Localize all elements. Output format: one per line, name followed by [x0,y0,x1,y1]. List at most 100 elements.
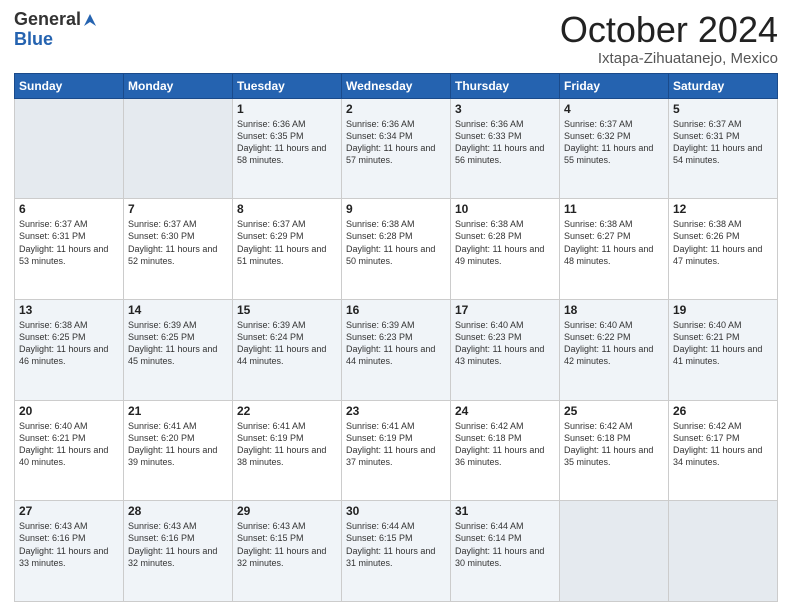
table-row: 3Sunrise: 6:36 AMSunset: 6:33 PMDaylight… [451,98,560,199]
day-info: Sunrise: 6:38 AMSunset: 6:25 PMDaylight:… [19,319,119,368]
day-info: Sunrise: 6:40 AMSunset: 6:21 PMDaylight:… [673,319,773,368]
day-number: 29 [237,504,337,518]
table-row: 4 Sunrise: 6:37 AMSunset: 6:32 PMDaylight… [560,98,669,199]
header-sunday: Sunday [15,73,124,98]
day-info: Sunrise: 6:42 AMSunset: 6:18 PMDaylight:… [455,420,555,469]
calendar-header-row: Sunday Monday Tuesday Wednesday Thursday… [15,73,778,98]
table-row: 12 Sunrise: 6:38 AMSunset: 6:26 PMDayligh… [669,199,778,300]
table-row [669,501,778,602]
day-number: 24 [455,404,555,418]
day-info: Sunrise: 6:40 AMSunset: 6:21 PMDaylight:… [19,420,119,469]
calendar-week-row: 6 Sunrise: 6:37 AMSunset: 6:31 PMDaylight… [15,199,778,300]
calendar-week-row: 13 Sunrise: 6:38 AMSunset: 6:25 PMDayligh… [15,299,778,400]
day-number: 21 [128,404,228,418]
header-thursday: Thursday [451,73,560,98]
day-info: Sunrise: 6:44 AMSunset: 6:15 PMDaylight:… [346,520,446,569]
table-row: 2 Sunrise: 6:36 AMSunset: 6:34 PMDaylight… [342,98,451,199]
day-number: 17 [455,303,555,317]
day-number: 11 [564,202,664,216]
day-info: Sunrise: 6:37 AMSunset: 6:30 PMDaylight:… [128,218,228,267]
table-row: 14 Sunrise: 6:39 AMSunset: 6:25 PMDayligh… [124,299,233,400]
day-info: Sunrise: 6:38 AMSunset: 6:26 PMDaylight:… [673,218,773,267]
table-row: 8Sunrise: 6:37 AMSunset: 6:29 PMDaylight… [233,199,342,300]
day-number: 9 [346,202,446,216]
day-number: 6 [19,202,119,216]
day-number: 16 [346,303,446,317]
day-number: 14 [128,303,228,317]
header-saturday: Saturday [669,73,778,98]
table-row: 28 Sunrise: 6:43 AMSunset: 6:16 PMDayligh… [124,501,233,602]
table-row: 13 Sunrise: 6:38 AMSunset: 6:25 PMDayligh… [15,299,124,400]
day-number: 12 [673,202,773,216]
day-number: 20 [19,404,119,418]
day-number: 10 [455,202,555,216]
calendar-week-row: 1 Sunrise: 6:36 AMSunset: 6:35 PMDaylight… [15,98,778,199]
table-row: 17 Sunrise: 6:40 AMSunset: 6:23 PMDayligh… [451,299,560,400]
table-row: 27Sunrise: 6:43 AMSunset: 6:16 PMDayligh… [15,501,124,602]
table-row: 10 Sunrise: 6:38 AMSunset: 6:28 PMDayligh… [451,199,560,300]
day-info: Sunrise: 6:42 AMSunset: 6:18 PMDaylight:… [564,420,664,469]
table-row: 1 Sunrise: 6:36 AMSunset: 6:35 PMDaylight… [233,98,342,199]
day-info: Sunrise: 6:40 AMSunset: 6:23 PMDaylight:… [455,319,555,368]
day-number: 28 [128,504,228,518]
day-info: Sunrise: 6:39 AMSunset: 6:23 PMDaylight:… [346,319,446,368]
day-info: Sunrise: 6:44 AMSunset: 6:14 PMDaylight:… [455,520,555,569]
table-row: 6 Sunrise: 6:37 AMSunset: 6:31 PMDaylight… [15,199,124,300]
day-number: 3 [455,102,555,116]
day-info: Sunrise: 6:41 AMSunset: 6:19 PMDaylight:… [346,420,446,469]
day-number: 1 [237,102,337,116]
day-info: Sunrise: 6:43 AMSunset: 6:16 PMDaylight:… [128,520,228,569]
calendar-table: Sunday Monday Tuesday Wednesday Thursday… [14,73,778,602]
day-number: 18 [564,303,664,317]
title-block: October 2024 Ixtapa-Zihuatanejo, Mexico [560,10,778,67]
day-info: Sunrise: 6:42 AMSunset: 6:17 PMDaylight:… [673,420,773,469]
day-info: Sunrise: 6:41 AMSunset: 6:20 PMDaylight:… [128,420,228,469]
table-row [124,98,233,199]
header: General Blue October 2024 Ixtapa-Zihuata… [14,10,778,67]
logo: General Blue [14,10,99,48]
logo-blue-text: Blue [14,30,53,48]
header-monday: Monday [124,73,233,98]
table-row: 9 Sunrise: 6:38 AMSunset: 6:28 PMDaylight… [342,199,451,300]
header-friday: Friday [560,73,669,98]
day-number: 26 [673,404,773,418]
day-info: Sunrise: 6:36 AMSunset: 6:35 PMDaylight:… [237,118,337,167]
table-row: 16 Sunrise: 6:39 AMSunset: 6:23 PMDayligh… [342,299,451,400]
day-number: 4 [564,102,664,116]
logo-icon [82,12,98,28]
table-row: 7 Sunrise: 6:37 AMSunset: 6:30 PMDaylight… [124,199,233,300]
table-row: 20 Sunrise: 6:40 AMSunset: 6:21 PMDayligh… [15,400,124,501]
calendar-week-row: 20 Sunrise: 6:40 AMSunset: 6:21 PMDayligh… [15,400,778,501]
day-info: Sunrise: 6:43 AMSunset: 6:15 PMDaylight:… [237,520,337,569]
day-info: Sunrise: 6:38 AMSunset: 6:28 PMDaylight:… [455,218,555,267]
table-row: 11 Sunrise: 6:38 AMSunset: 6:27 PMDayligh… [560,199,669,300]
day-number: 2 [346,102,446,116]
day-info: Sunrise: 6:37 AMSunset: 6:31 PMDaylight:… [673,118,773,167]
table-row [560,501,669,602]
table-row [15,98,124,199]
day-number: 19 [673,303,773,317]
table-row: 22Sunrise: 6:41 AMSunset: 6:19 PMDayligh… [233,400,342,501]
table-row: 26 Sunrise: 6:42 AMSunset: 6:17 PMDayligh… [669,400,778,501]
day-info: Sunrise: 6:38 AMSunset: 6:27 PMDaylight:… [564,218,664,267]
table-row: 25 Sunrise: 6:42 AMSunset: 6:18 PMDayligh… [560,400,669,501]
day-info: Sunrise: 6:37 AMSunset: 6:32 PMDaylight:… [564,118,664,167]
table-row: 23Sunrise: 6:41 AMSunset: 6:19 PMDayligh… [342,400,451,501]
table-row: 24 Sunrise: 6:42 AMSunset: 6:18 PMDayligh… [451,400,560,501]
day-number: 25 [564,404,664,418]
day-number: 30 [346,504,446,518]
day-info: Sunrise: 6:39 AMSunset: 6:25 PMDaylight:… [128,319,228,368]
table-row: 29 Sunrise: 6:43 AMSunset: 6:15 PMDayligh… [233,501,342,602]
day-info: Sunrise: 6:36 AMSunset: 6:34 PMDaylight:… [346,118,446,167]
month-title: October 2024 [560,10,778,50]
day-number: 7 [128,202,228,216]
header-tuesday: Tuesday [233,73,342,98]
day-number: 8 [237,202,337,216]
day-info: Sunrise: 6:41 AMSunset: 6:19 PMDaylight:… [237,420,337,469]
day-info: Sunrise: 6:38 AMSunset: 6:28 PMDaylight:… [346,218,446,267]
day-info: Sunrise: 6:37 AMSunset: 6:31 PMDaylight:… [19,218,119,267]
day-info: Sunrise: 6:39 AMSunset: 6:24 PMDaylight:… [237,319,337,368]
day-number: 13 [19,303,119,317]
day-number: 15 [237,303,337,317]
day-number: 27 [19,504,119,518]
